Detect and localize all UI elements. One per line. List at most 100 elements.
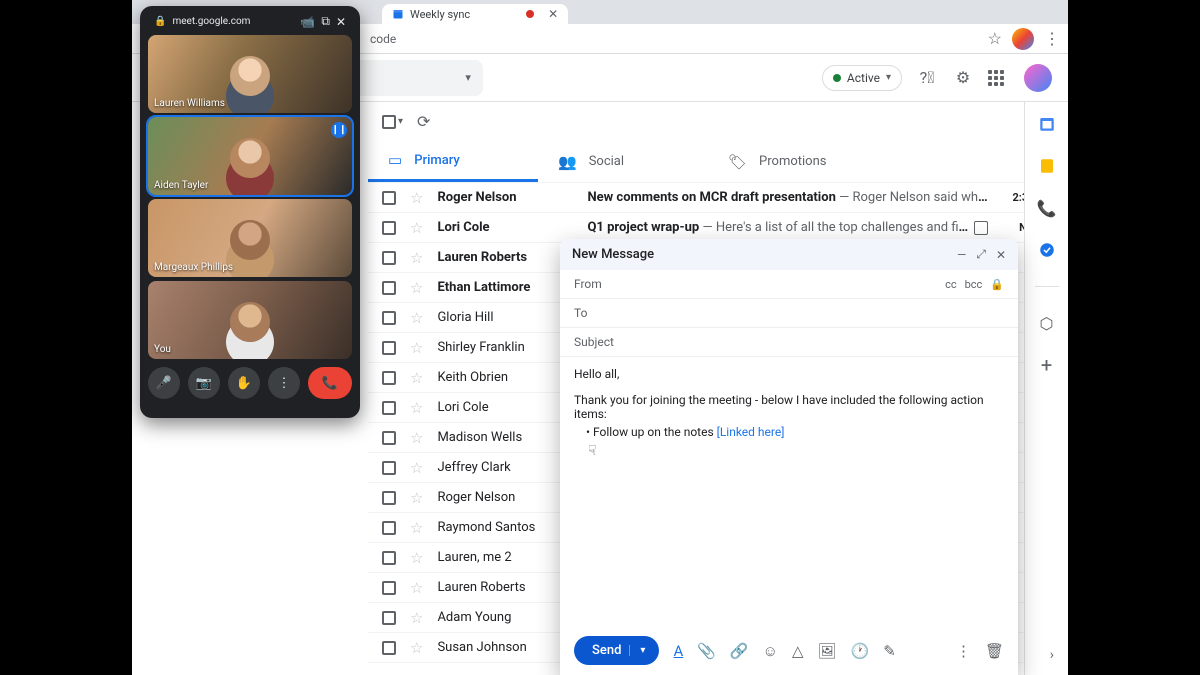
linked-here-link[interactable]: [Linked here] [717,425,785,439]
send-button[interactable]: Send▾ [574,636,659,665]
star-icon[interactable]: ☆ [410,429,423,447]
compose-to-field[interactable]: To [560,299,1018,328]
participant-tile[interactable]: ❙❙Aiden Tayler [148,117,352,195]
attach-icon[interactable]: 📎 [697,642,716,660]
image-icon[interactable]: 🖼 [817,642,836,660]
meet-controls: 🎤 📷 ✋ ⋮ 📞 [148,359,352,399]
format-icon[interactable]: A [673,642,683,660]
return-tab-icon[interactable]: ⧉ [321,14,330,29]
minimize-icon[interactable]: — [957,248,966,262]
star-icon[interactable]: ☆ [410,489,423,507]
row-checkbox[interactable] [382,251,396,265]
compose-body[interactable]: Hello all, Thank you for joining the mee… [560,357,1018,626]
row-checkbox[interactable] [382,311,396,325]
discard-icon[interactable]: 🗑 [985,642,1004,660]
settings-gear-icon[interactable]: ⚙ [952,68,974,87]
star-icon[interactable]: ☆ [410,639,423,657]
close-icon[interactable]: ✕ [996,248,1006,262]
recording-indicator [526,10,534,18]
participant-tile[interactable]: You [148,281,352,359]
calendar-app-icon[interactable] [1037,114,1057,134]
apps-grid-icon[interactable] [988,70,1010,86]
row-checkbox[interactable] [382,371,396,385]
row-checkbox[interactable] [382,641,396,655]
signature-icon[interactable]: ✎ [883,642,896,660]
refresh-icon[interactable]: ⟳ [417,112,430,131]
link-icon[interactable]: 🔗 [730,642,749,660]
mic-button[interactable]: 🎤 [148,367,180,399]
mail-row[interactable]: ☆ Roger Nelson New comments on MCR draft… [368,183,1068,213]
row-checkbox[interactable] [382,431,396,445]
tab-social[interactable]: 👥 Social [538,141,708,182]
star-icon[interactable]: ☆ [410,219,423,237]
phone-app-icon[interactable]: 📞 [1037,198,1057,218]
tab-close-icon[interactable]: ✕ [548,7,558,21]
close-pip-icon[interactable]: ✕ [336,15,346,29]
inbox-icon: ▭ [388,151,402,169]
send-options-icon[interactable]: ▾ [629,645,655,656]
star-icon[interactable]: ☆ [410,609,423,627]
compose-window: New Message — ⤢ ✕ From cc bcc 🔒 To Subje… [560,239,1018,675]
hangup-button[interactable]: 📞 [308,367,352,399]
account-avatar[interactable] [1024,64,1052,92]
row-checkbox[interactable] [382,551,396,565]
star-icon[interactable]: ☆ [410,189,423,207]
row-checkbox[interactable] [382,191,396,205]
cursor-icon: ☟ [588,443,1004,459]
fullscreen-icon[interactable]: ⤢ [976,247,986,262]
tab-promotions[interactable]: 🏷 Promotions [708,141,878,182]
row-checkbox[interactable] [382,221,396,235]
row-checkbox[interactable] [382,461,396,475]
help-icon[interactable]: ?⃝ [916,68,938,87]
raise-hand-button[interactable]: ✋ [228,367,260,399]
camera-icon[interactable]: 📹 [300,15,315,29]
tab-primary[interactable]: ▭ Primary [368,141,538,182]
more-button[interactable]: ⋮ [268,367,300,399]
star-icon[interactable]: ☆ [410,459,423,477]
star-icon[interactable]: ☆ [410,339,423,357]
pip-url: meet.google.com [172,16,294,27]
row-checkbox[interactable] [382,611,396,625]
star-icon[interactable]: ☆ [410,549,423,567]
row-checkbox[interactable] [382,581,396,595]
star-icon[interactable]: ☆ [410,369,423,387]
search-options-icon[interactable]: ▾ [465,71,471,84]
row-checkbox[interactable] [382,401,396,415]
compose-subject-field[interactable]: Subject [560,328,1018,357]
addons-icon[interactable]: ⬡ [1037,313,1057,333]
meet-pip-window[interactable]: 🔒 meet.google.com 📹 ⧉ ✕ Lauren Williams … [140,6,360,418]
tasks-app-icon[interactable] [1037,240,1057,260]
select-all-checkbox[interactable]: ▾ [382,115,403,129]
browser-tab[interactable]: Weekly sync ✕ [382,4,568,24]
star-icon[interactable]: ☆ [410,279,423,297]
participant-tile[interactable]: Lauren Williams [148,35,352,113]
status-chip[interactable]: Active ▾ [822,65,902,91]
compose-from-field[interactable]: From cc bcc 🔒 [560,270,1018,299]
browser-profile-avatar[interactable] [1012,28,1034,50]
star-icon[interactable]: ☆ [410,309,423,327]
participant-tile[interactable]: Margeaux Phillips [148,199,352,277]
emoji-icon[interactable]: ☺ [763,642,778,660]
row-checkbox[interactable] [382,281,396,295]
star-icon[interactable]: ☆ [410,579,423,597]
lock-icon[interactable]: 🔒 [990,278,1004,291]
browser-menu-icon[interactable]: ⋮ [1044,29,1060,48]
bcc-link[interactable]: bcc [965,278,983,291]
star-icon[interactable]: ☆ [410,519,423,537]
collapse-panel-icon[interactable]: › [1050,647,1054,663]
star-icon[interactable]: ☆ [410,249,423,267]
drive-icon[interactable]: △ [792,642,804,660]
row-checkbox[interactable] [382,491,396,505]
calendar-favicon [392,8,404,20]
compose-header[interactable]: New Message — ⤢ ✕ [560,239,1018,270]
bookmark-star-icon[interactable]: ☆ [988,29,1002,48]
cc-link[interactable]: cc [945,278,957,291]
keep-app-icon[interactable] [1037,156,1057,176]
star-icon[interactable]: ☆ [410,399,423,417]
more-options-icon[interactable]: ⋮ [956,642,971,660]
row-checkbox[interactable] [382,341,396,355]
row-checkbox[interactable] [382,521,396,535]
add-icon[interactable]: + [1037,355,1057,375]
camera-button[interactable]: 📷 [188,367,220,399]
confidential-icon[interactable]: 🕐 [851,642,870,660]
